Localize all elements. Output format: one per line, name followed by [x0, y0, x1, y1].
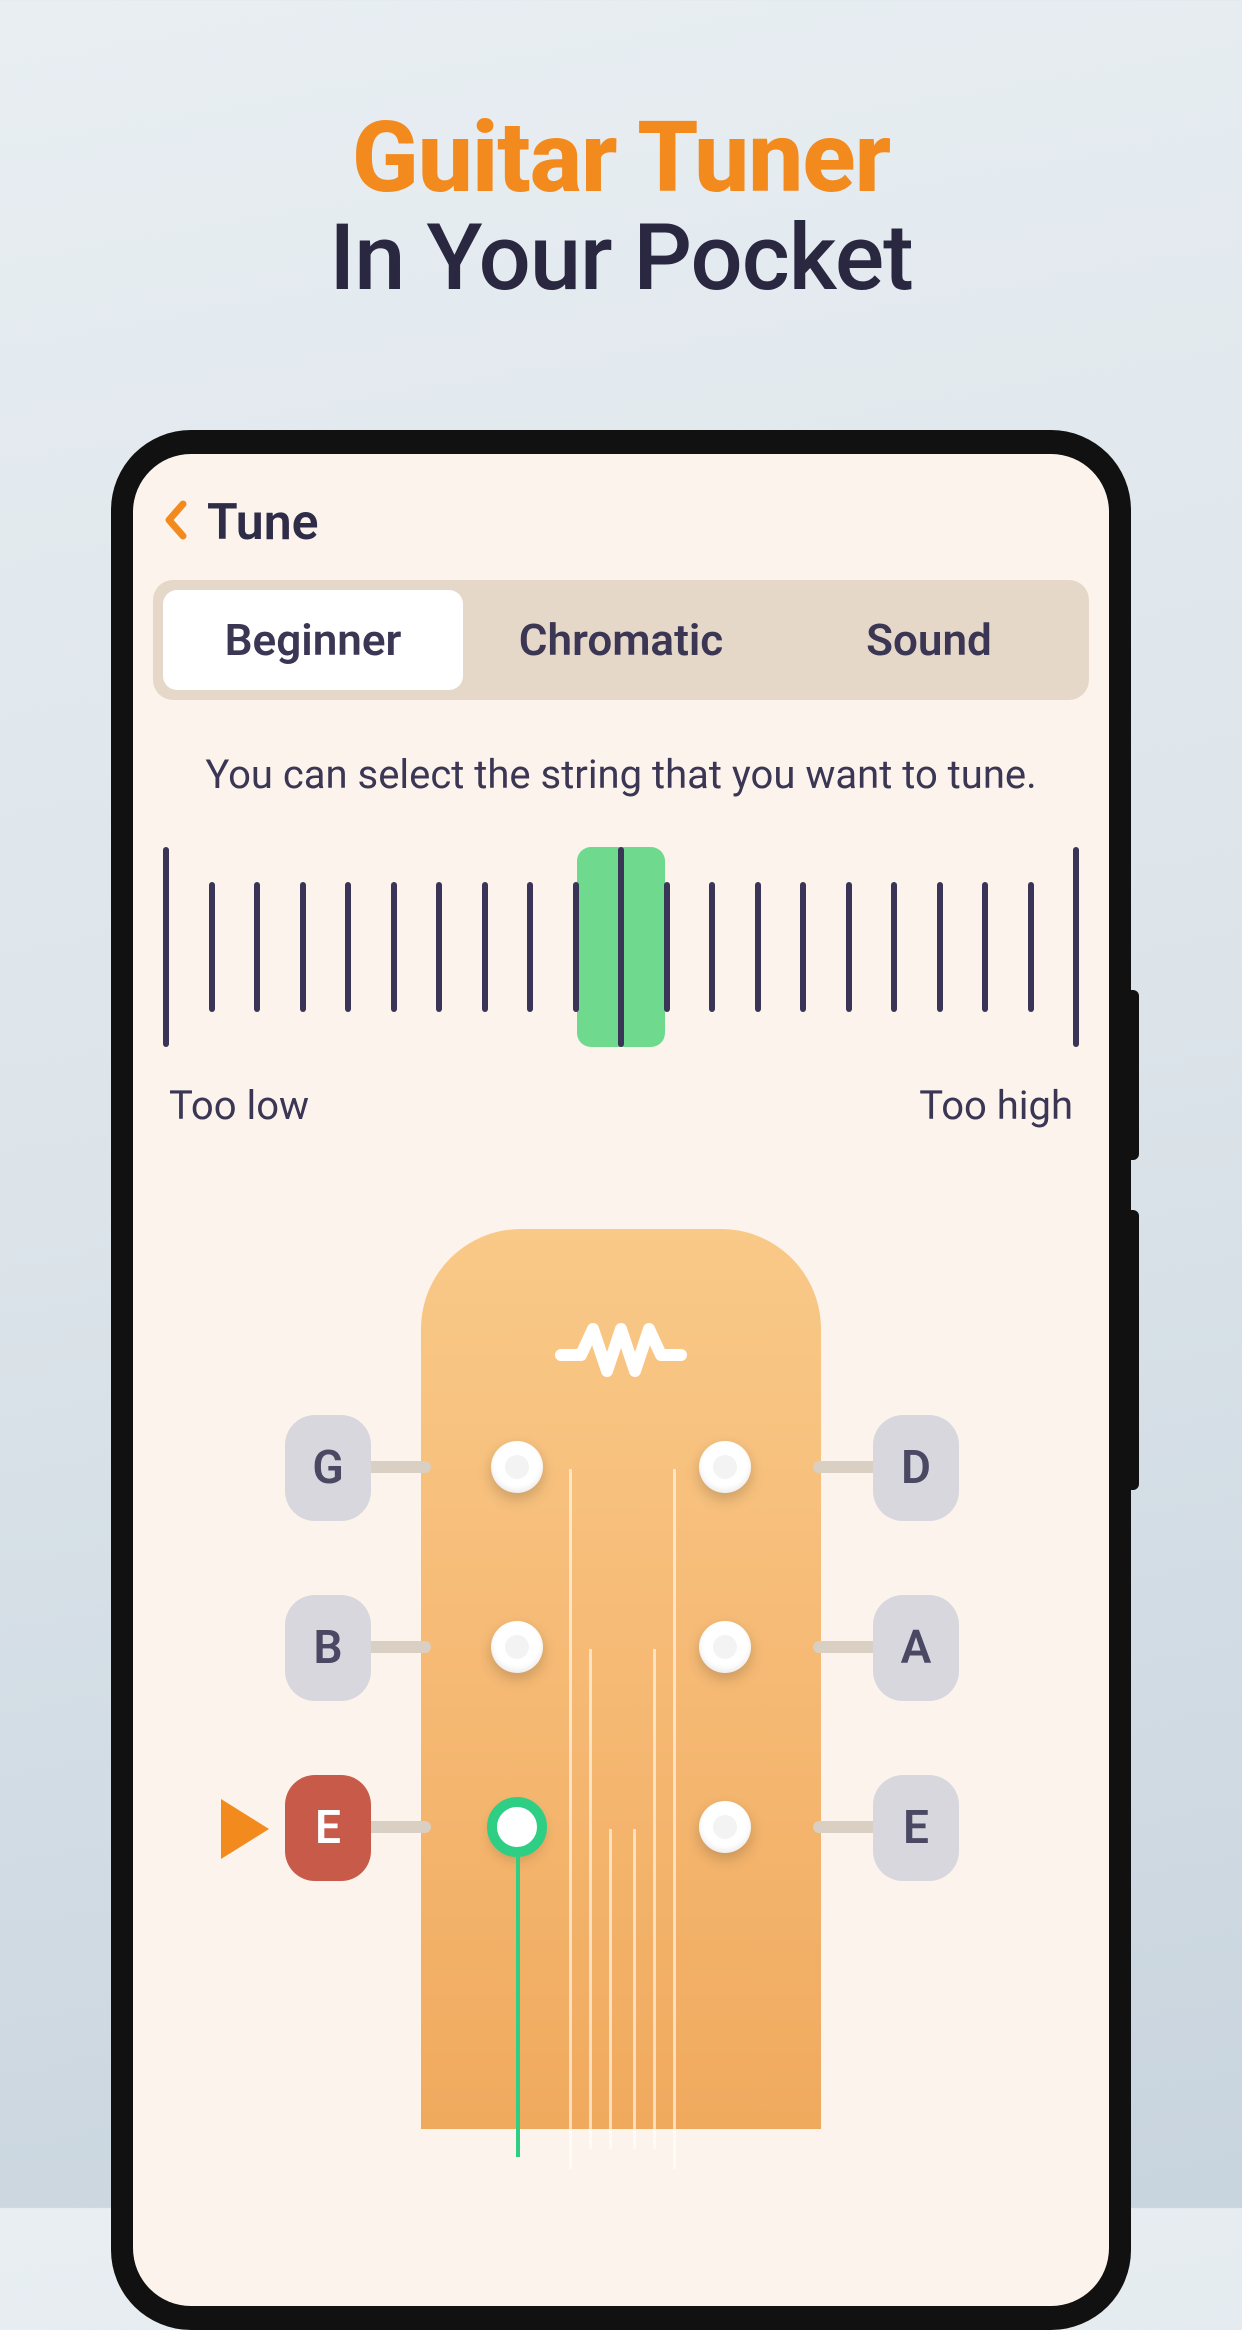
guitar-string [653, 1649, 656, 2149]
guitar-string [609, 1829, 612, 2149]
guitar-string [569, 1469, 572, 2169]
promo-headline-line2: In Your Pocket [0, 205, 1242, 312]
mode-tabs: Beginner Chromatic Sound [153, 580, 1089, 700]
peg-connector [361, 1641, 431, 1653]
peg-a[interactable] [699, 1621, 751, 1673]
guitar-headstock [421, 1229, 821, 2129]
promo-headline: Guitar Tuner In Your Pocket [0, 0, 1242, 312]
app-screen: Tune Beginner Chromatic Sound You can se… [133, 454, 1109, 2306]
tab-sound[interactable]: Sound [779, 590, 1079, 690]
headstock-logo-icon [551, 1315, 691, 1385]
meter-high-label: Too high [919, 1082, 1073, 1129]
active-string-line [516, 1857, 520, 2157]
play-indicator-icon [221, 1799, 269, 1859]
peg-b[interactable] [491, 1621, 543, 1673]
string-button-d[interactable]: D [873, 1415, 959, 1521]
hint-text: You can select the string that you want … [133, 700, 1109, 842]
phone-side-button [1131, 1210, 1139, 1490]
tab-beginner[interactable]: Beginner [163, 590, 463, 690]
meter-low-label: Too low [169, 1082, 309, 1129]
peg-high-e[interactable] [699, 1801, 751, 1853]
promo-headline-line1: Guitar Tuner [0, 100, 1242, 215]
guitar-string [589, 1649, 592, 2149]
peg-g[interactable] [491, 1441, 543, 1493]
string-button-a[interactable]: A [873, 1595, 959, 1701]
peg-low-e[interactable] [491, 1801, 543, 1853]
meter-ticks [163, 842, 1079, 1052]
guitar-string [673, 1469, 676, 2169]
tab-chromatic[interactable]: Chromatic [471, 590, 771, 690]
peg-d[interactable] [699, 1441, 751, 1493]
back-chevron-icon[interactable] [163, 495, 187, 552]
page-title: Tune [207, 494, 319, 552]
guitar-string [633, 1829, 636, 2149]
meter-center-tick [618, 847, 624, 1047]
string-button-g[interactable]: G [285, 1415, 371, 1521]
meter-labels: Too low Too high [163, 1082, 1079, 1129]
string-button-low-e[interactable]: E [285, 1775, 371, 1881]
string-button-b[interactable]: B [285, 1595, 371, 1701]
peg-connector [361, 1461, 431, 1473]
phone-frame: Tune Beginner Chromatic Sound You can se… [111, 430, 1131, 2330]
peg-connector [361, 1821, 431, 1833]
phone-side-button [1131, 990, 1139, 1160]
guitar-headstock-area: G B E D A E [133, 1229, 1109, 2129]
tuning-meter: Too low Too high [163, 842, 1079, 1129]
app-header: Tune [133, 454, 1109, 580]
string-button-high-e[interactable]: E [873, 1775, 959, 1881]
